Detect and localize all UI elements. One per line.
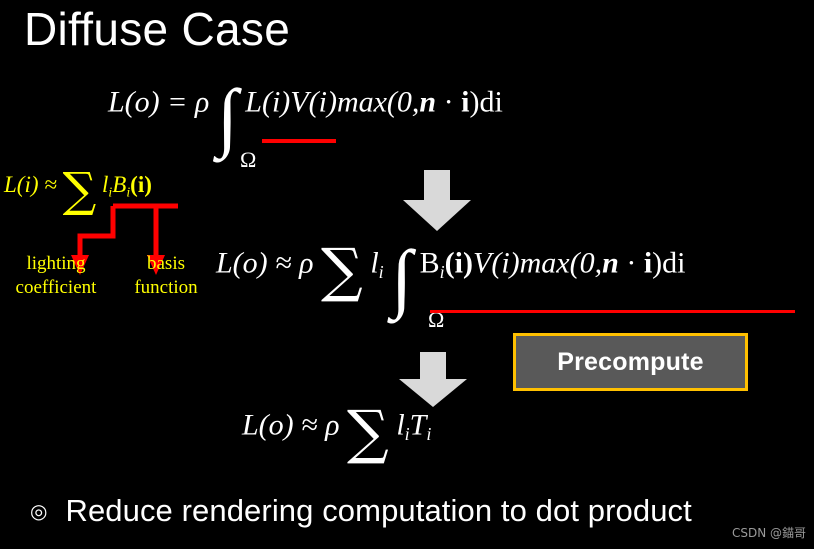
annotation-label-lighting-coefficient: lighting coefficient <box>4 252 108 300</box>
eq1-normal-vector: n <box>419 85 437 119</box>
eq2-normal-vector: n <box>602 246 619 280</box>
eq2-closing: )di <box>652 246 686 280</box>
eqsh-basis-argument: (i) <box>130 171 152 197</box>
slide-canvas: Diffuse Case L(o) = ρ ∫ L(i)V(i)max(0,n … <box>0 0 814 549</box>
eq2-basis-function: B <box>419 246 440 280</box>
bullet-text: Reduce rendering computation to dot prod… <box>65 493 692 528</box>
eq1-closing: )di <box>469 85 503 119</box>
eq3-lighting-coefficient: l <box>396 408 405 442</box>
red-underline-radiance <box>262 139 336 143</box>
precompute-label: Precompute <box>557 347 704 376</box>
eq3-rho: ρ <box>325 408 340 442</box>
eq1-radiance-term: L(i) <box>245 85 291 119</box>
eq2-integral-symbol: ∫ <box>391 235 413 320</box>
eq3-transfer-coefficient: T <box>409 408 427 442</box>
equation-sh-projected-rendering: L(o) ≈ ρ ∑ li ∫ Bi(i)V(i)max(0,n · i)di <box>216 239 686 317</box>
eq2-dot-operator: · <box>618 246 644 280</box>
equation-sh-expansion: L(i) ≈ ∑ liBi(i) <box>4 167 152 214</box>
eq2-incident-vector: i <box>643 246 653 280</box>
eq2-lhs: L(o) ≈ <box>216 246 292 280</box>
eq3-sigma-symbol: ∑ <box>347 398 389 466</box>
summary-bullet: ◎ Reduce rendering computation to dot pr… <box>30 493 692 529</box>
eqsh-sigma-symbol: ∑ <box>62 163 97 218</box>
basis-label-line2: function <box>134 276 198 298</box>
basis-label-line1: basis <box>147 253 185 274</box>
eq1-visibility-term: V(i)max(0, <box>290 85 420 119</box>
precompute-callout-box: Precompute <box>513 333 748 391</box>
eq2-sigma-symbol: ∑ <box>321 235 363 304</box>
eq1-rho: ρ <box>194 85 210 119</box>
eq1-dot-operator: · <box>436 85 462 119</box>
watermark-text: CSDN @錨哥 <box>731 526 806 540</box>
eq2-visibility-term: V(i)max(0, <box>473 246 603 280</box>
red-underline-transfer <box>430 310 795 313</box>
eq1-integration-domain: Ω <box>240 147 257 172</box>
flow-arrow-down-first <box>402 170 472 237</box>
page-title: Diffuse Case <box>24 3 291 55</box>
lighting-label-line1: lighting <box>26 253 86 274</box>
equation-rendering-integral: L(o) = ρ ∫ L(i)V(i)max(0,n · i)di <box>108 78 503 156</box>
eq1-integral-symbol: ∫ <box>216 74 238 159</box>
bullet-marker-icon: ◎ <box>30 499 48 523</box>
eq2-basis-argument: (i) <box>444 246 473 280</box>
eqsh-lhs: L(i) ≈ <box>4 171 57 197</box>
lighting-label-line2: coefficient <box>15 276 97 298</box>
eq3-lhs: L(o) ≈ <box>242 408 318 442</box>
equation-dot-product-form: L(o) ≈ ρ ∑ liTi <box>242 403 431 462</box>
eq2-rho: ρ <box>299 246 314 280</box>
annotation-label-basis-function: basis function <box>118 252 214 300</box>
eq2-lighting-coefficient: l <box>370 246 379 280</box>
eqsh-basis-function: B <box>112 171 127 197</box>
eq1-lhs: L(o) = <box>108 85 188 119</box>
eq3-transfer-subscript: i <box>426 424 432 445</box>
